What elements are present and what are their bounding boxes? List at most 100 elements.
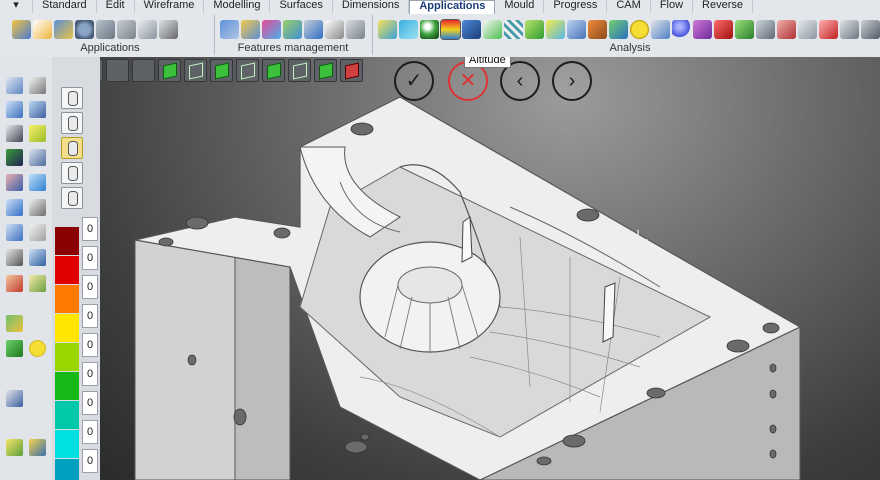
network-icon[interactable] <box>6 125 23 142</box>
layers-icon[interactable] <box>6 174 23 191</box>
cylinder-view-icon[interactable] <box>61 87 83 109</box>
feature-edit-icon[interactable] <box>241 19 260 39</box>
link-icon[interactable] <box>6 439 23 456</box>
gear-check-icon[interactable] <box>756 19 775 39</box>
altitude-icon[interactable] <box>440 18 461 40</box>
mass-icon[interactable] <box>567 19 586 39</box>
histogram-icon[interactable] <box>861 19 880 39</box>
quick-access-dropdown[interactable]: ▾ <box>0 0 33 13</box>
legend-value[interactable]: 0 <box>82 275 98 299</box>
sheet-metal-icon[interactable] <box>117 19 136 39</box>
rotate-icon[interactable] <box>6 199 23 216</box>
tab-flow[interactable]: Flow <box>651 0 694 13</box>
import-icon[interactable] <box>6 77 23 94</box>
face-compare-icon[interactable] <box>651 19 670 39</box>
surface-icon[interactable] <box>29 174 46 191</box>
cylinder-selected-icon[interactable] <box>61 137 83 159</box>
feature-recognition-icon[interactable] <box>283 19 302 39</box>
zebra-icon[interactable] <box>504 19 523 39</box>
thickness-icon[interactable] <box>420 19 439 39</box>
stress-icon[interactable] <box>714 19 733 39</box>
branch-icon[interactable] <box>6 149 23 166</box>
probe-icon[interactable] <box>840 19 859 39</box>
note-icon[interactable] <box>29 125 46 142</box>
spline-icon[interactable] <box>6 390 23 407</box>
pipe-icon[interactable] <box>96 19 115 39</box>
sphere-icon[interactable] <box>672 19 691 39</box>
wireframe-cube-icon[interactable] <box>184 59 207 82</box>
bolt-icon[interactable] <box>159 19 178 39</box>
section-icon[interactable] <box>525 19 544 39</box>
feature-move-icon[interactable] <box>325 19 344 39</box>
pencil-icon[interactable] <box>29 101 46 118</box>
tab-reverse[interactable]: Reverse <box>693 0 754 13</box>
solid-cube-icon[interactable] <box>314 59 337 82</box>
tab-wireframe[interactable]: Wireframe <box>135 0 205 13</box>
legend-value[interactable]: 0 <box>82 420 98 444</box>
cube-analysis-icon[interactable] <box>609 19 628 39</box>
smiley-icon[interactable] <box>630 19 649 39</box>
cylinder-view-icon[interactable] <box>61 162 83 184</box>
pan-icon[interactable] <box>132 59 155 82</box>
transparent-cube-icon[interactable] <box>262 59 285 82</box>
feature-delete-icon[interactable] <box>304 19 323 39</box>
magnet-icon[interactable] <box>29 249 46 266</box>
frame-icon[interactable] <box>6 101 23 118</box>
gear-icon[interactable] <box>75 19 94 39</box>
draft-analysis-icon[interactable] <box>378 19 397 39</box>
palette-icon[interactable] <box>6 315 23 332</box>
legend-value[interactable]: 0 <box>82 391 98 415</box>
cylinder-view-icon[interactable] <box>61 112 83 134</box>
tab-progress[interactable]: Progress <box>544 0 608 13</box>
legend-value[interactable]: 0 <box>82 304 98 328</box>
isocline-icon[interactable] <box>546 19 565 39</box>
zoom-icon[interactable] <box>106 59 129 82</box>
feature-tree-icon[interactable] <box>220 19 239 39</box>
tab-dimensions[interactable]: Dimensions <box>333 0 410 13</box>
cut-icon[interactable] <box>29 77 46 94</box>
isometric-cube-icon[interactable] <box>288 59 311 82</box>
letter-e-icon[interactable] <box>6 340 23 357</box>
legend-value[interactable]: 0 <box>82 246 98 270</box>
shield-icon[interactable] <box>735 19 754 39</box>
book-icon[interactable] <box>29 439 46 456</box>
tab-cam[interactable]: CAM <box>607 0 651 13</box>
cone-icon[interactable] <box>798 19 817 39</box>
feature-colors-icon[interactable] <box>262 19 281 39</box>
document-icon[interactable] <box>33 19 52 39</box>
legend-value[interactable]: 0 <box>82 333 98 357</box>
shaded-edges-cube-icon[interactable] <box>210 59 233 82</box>
solid-icon[interactable] <box>29 199 46 216</box>
report-icon[interactable] <box>777 19 796 39</box>
curve-edit-icon[interactable] <box>29 149 46 166</box>
tab-standard[interactable]: Standard <box>33 0 97 13</box>
assembly-icon[interactable] <box>54 19 73 39</box>
tab-applications[interactable]: Applications <box>409 0 496 14</box>
next-button[interactable]: › <box>552 61 592 101</box>
tab-modelling[interactable]: Modelling <box>204 0 271 13</box>
question-icon[interactable] <box>6 224 23 241</box>
confirm-button[interactable]: ✓ <box>394 61 434 101</box>
shaded-cube-icon[interactable] <box>158 59 181 82</box>
tab-edit[interactable]: Edit <box>97 0 135 13</box>
section-view-icon[interactable] <box>340 59 363 82</box>
undercut-icon[interactable] <box>462 19 481 39</box>
wizard-icon[interactable] <box>12 19 31 39</box>
ruler-icon[interactable] <box>29 224 46 241</box>
electrode-icon[interactable] <box>138 19 157 39</box>
feature-list-icon[interactable] <box>346 19 365 39</box>
filter-icon[interactable] <box>6 249 23 266</box>
hatch-icon[interactable] <box>6 275 23 292</box>
cylinder-view-icon[interactable] <box>61 187 83 209</box>
legend-value[interactable]: 0 <box>82 217 98 241</box>
deviation-icon[interactable] <box>483 19 502 39</box>
drawing-icon[interactable] <box>29 275 46 292</box>
measure-icon[interactable] <box>588 19 607 39</box>
hidden-lines-cube-icon[interactable] <box>236 59 259 82</box>
3d-viewport[interactable]: ✓ ✕ ‹ › Altitude <box>100 57 880 480</box>
tab-mould[interactable]: Mould <box>495 0 545 13</box>
legend-value[interactable]: 0 <box>82 449 98 473</box>
tab-surfaces[interactable]: Surfaces <box>270 0 333 13</box>
smiley-icon[interactable] <box>29 340 46 357</box>
shape-icon[interactable] <box>693 19 712 39</box>
